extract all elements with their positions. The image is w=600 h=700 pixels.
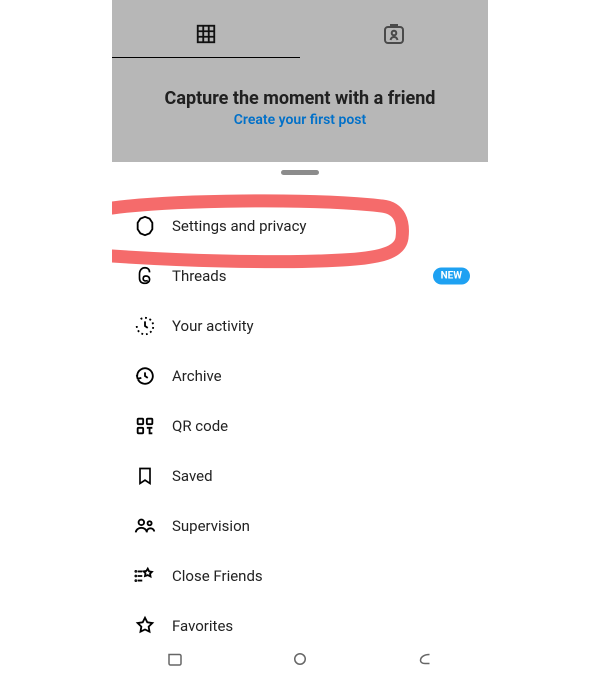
menu-item-label: Supervision [172,517,250,535]
menu-item-label: Settings and privacy [172,217,307,235]
new-badge: NEW [433,268,470,285]
menu-item-label: QR code [172,417,228,435]
sheet-drag-handle[interactable] [281,170,319,175]
settings-icon [132,215,158,237]
menu-item-supervision[interactable]: Supervision [112,501,488,551]
empty-state-heading: Capture the moment with a friend [112,88,488,109]
menu-item-archive[interactable]: Archive [112,351,488,401]
menu-item-label: Favorites [172,617,233,635]
supervision-icon [132,515,158,537]
bottom-sheet: Settings and privacy Threads NEW Your ac… [112,162,488,680]
menu-item-close-friends[interactable]: Close Friends [112,551,488,601]
system-home-button[interactable] [291,650,309,668]
menu-item-activity[interactable]: Your activity [112,301,488,351]
menu-item-label: Your activity [172,317,254,335]
menu-item-label: Threads [172,267,226,285]
threads-icon [132,265,158,287]
menu-item-qrcode[interactable]: QR code [112,401,488,451]
menu-item-settings[interactable]: Settings and privacy [112,201,488,251]
tab-tagged[interactable] [300,10,488,58]
menu-item-label: Archive [172,367,222,385]
archive-icon [132,365,158,387]
favorites-icon [132,615,158,637]
system-recent-button[interactable] [166,650,184,668]
activity-icon [132,315,158,337]
grid-icon [195,23,217,45]
tab-grid[interactable] [112,10,300,58]
profile-tabbar [112,0,488,58]
create-first-post-link[interactable]: Create your first post [234,112,366,128]
menu-item-label: Saved [172,467,213,485]
close-friends-icon [132,565,158,587]
qrcode-icon [132,415,158,437]
system-navigation-bar [112,638,488,680]
saved-icon [132,465,158,487]
menu-item-label: Close Friends [172,567,263,585]
menu-item-threads[interactable]: Threads NEW [112,251,488,301]
menu-item-saved[interactable]: Saved [112,451,488,501]
tagged-user-icon [382,22,406,46]
profile-backdrop: Capture the moment with a friend Create … [112,0,488,162]
menu-list: Settings and privacy Threads NEW Your ac… [112,201,488,651]
system-back-button[interactable] [416,650,434,668]
